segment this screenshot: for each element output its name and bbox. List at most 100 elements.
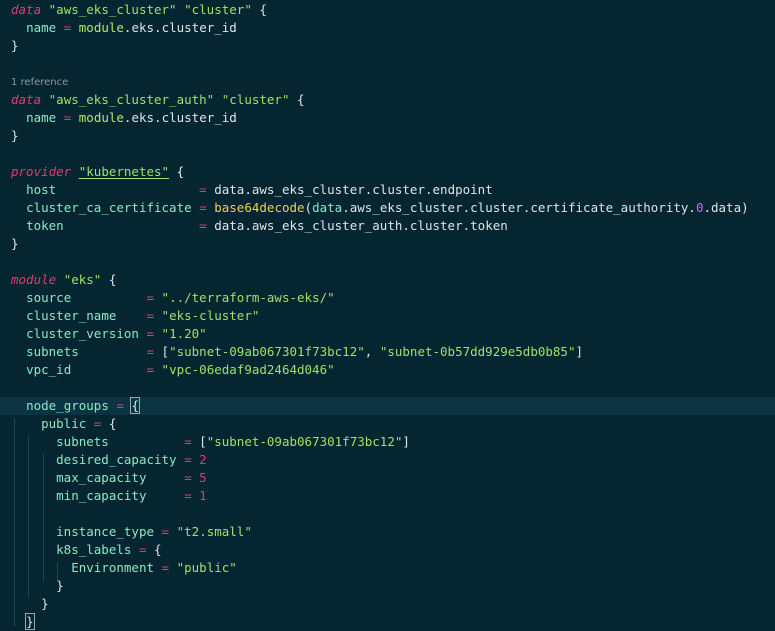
ref-part: certificate_authority: [530, 200, 689, 215]
dot: .: [688, 200, 696, 215]
operator: =: [146, 362, 155, 377]
code-line-8[interactable]: }: [0, 127, 775, 145]
attribute-name: token: [26, 218, 64, 233]
code-line-19[interactable]: cluster_version = "1.20": [0, 325, 775, 343]
operator: =: [63, 20, 72, 35]
codelens-reference[interactable]: 1 reference: [0, 75, 775, 91]
operator: =: [199, 182, 207, 197]
string-value: "t2.small": [176, 524, 252, 539]
code-line-11[interactable]: host = data.aws_eks_cluster.cluster.endp…: [0, 181, 775, 199]
code-line-17[interactable]: source = "../terraform-aws-eks/": [0, 289, 775, 307]
ref-part: eks: [131, 110, 155, 125]
string-value: "1.20": [161, 326, 207, 341]
operator: =: [184, 470, 192, 485]
code-line-35[interactable]: }: [0, 613, 775, 631]
attribute-name: source: [26, 290, 72, 305]
attribute-name: node_groups: [26, 398, 109, 413]
keyword-data: data: [11, 2, 42, 17]
code-line-10[interactable]: provider "kubernetes" {: [0, 163, 775, 181]
operator: =: [93, 416, 102, 431]
module-ref: module: [78, 110, 124, 125]
operator: =: [116, 398, 124, 413]
number-value: 5: [199, 470, 207, 485]
string-value: "subnet-0b57dd929e5db0b85": [379, 344, 576, 359]
code-line-26[interactable]: desired_capacity = 2: [0, 451, 775, 469]
ref-part: data: [214, 218, 245, 233]
code-line-30[interactable]: instance_type = "t2.small": [0, 523, 775, 541]
string-value: "subnet-09ab067301f73bc12": [206, 434, 403, 449]
string-value: "subnet-09ab067301f73bc12": [169, 344, 365, 359]
close-brace: }: [11, 236, 19, 251]
operator: =: [184, 488, 192, 503]
code-line-24[interactable]: public = {: [0, 415, 775, 433]
code-line-2[interactable]: name = module.eks.cluster_id: [0, 19, 775, 37]
code-line-33[interactable]: }: [0, 577, 775, 595]
operator: =: [184, 434, 192, 449]
number-value: 2: [199, 452, 207, 467]
attribute-name: cluster_ca_certificate: [26, 200, 192, 215]
operator: =: [161, 524, 170, 539]
operator: =: [138, 542, 147, 557]
name-label: "cluster": [184, 2, 252, 17]
close-brace: }: [11, 38, 19, 53]
attribute-name: max_capacity: [56, 470, 147, 485]
open-brace: {: [297, 92, 305, 107]
code-line-18[interactable]: cluster_name = "eks-cluster": [0, 307, 775, 325]
code-line-6[interactable]: data "aws_eks_cluster_auth" "cluster" {: [0, 91, 775, 109]
ref-part: cluster_id: [161, 110, 237, 125]
code-line-25[interactable]: subnets = ["subnet-09ab067301f73bc12"]: [0, 433, 775, 451]
operator: =: [63, 110, 72, 125]
dot: .: [703, 200, 711, 215]
code-line-23-current[interactable]: node_groups = {: [0, 397, 775, 415]
dot: .: [402, 218, 410, 233]
code-line-12[interactable]: cluster_ca_certificate = base64decode(da…: [0, 199, 775, 217]
keyword-provider: provider: [11, 164, 72, 179]
code-line-32[interactable]: Environment = "public": [0, 559, 775, 577]
code-line-13[interactable]: token = data.aws_eks_cluster_auth.cluste…: [0, 217, 775, 235]
attribute-name: Environment: [71, 560, 155, 575]
dot: .: [424, 182, 433, 197]
open-brace: {: [154, 542, 162, 557]
code-line-16[interactable]: module "eks" {: [0, 271, 775, 289]
code-line-7[interactable]: name = module.eks.cluster_id: [0, 109, 775, 127]
attribute-name: desired_capacity: [56, 452, 177, 467]
open-brace-matched: {: [130, 397, 140, 414]
code-line-1[interactable]: data "aws_eks_cluster" "cluster" {: [0, 1, 775, 19]
code-line-31[interactable]: k8s_labels = {: [0, 541, 775, 559]
attribute-name: cluster_name: [26, 308, 117, 323]
dot: .: [154, 110, 162, 125]
attribute-name: cluster_version: [26, 326, 139, 341]
operator: =: [146, 308, 155, 323]
provider-name[interactable]: "kubernetes": [79, 164, 169, 179]
ref-part: data: [214, 182, 245, 197]
open-brace: {: [108, 416, 117, 431]
bracket: [: [161, 344, 170, 359]
open-brace: {: [108, 272, 117, 287]
string-value: "public": [176, 560, 237, 575]
keyword-module: module: [11, 272, 57, 287]
code-line-14[interactable]: }: [0, 235, 775, 253]
code-line-21[interactable]: vpc_id = "vpc-06edaf9ad2464d046": [0, 361, 775, 379]
bracket: ]: [402, 434, 410, 449]
code-line-28[interactable]: min_capacity = 1: [0, 487, 775, 505]
codelens-text[interactable]: 1 reference: [11, 77, 68, 88]
operator: =: [161, 560, 170, 575]
keyword-data: data: [11, 92, 42, 107]
open-brace: {: [259, 2, 267, 17]
dot: .: [244, 182, 252, 197]
operator: =: [199, 218, 207, 233]
attribute-name: subnets: [56, 434, 109, 449]
ref-part: token: [470, 218, 508, 233]
comma: ,: [364, 344, 373, 359]
code-line-3[interactable]: }: [0, 37, 775, 55]
dot: .: [342, 200, 350, 215]
attribute-name: min_capacity: [56, 488, 147, 503]
code-line-27[interactable]: max_capacity = 5: [0, 469, 775, 487]
code-line-20[interactable]: subnets = ["subnet-09ab067301f73bc12", "…: [0, 343, 775, 361]
code-line-34[interactable]: }: [0, 595, 775, 613]
ref-part: aws_eks_cluster: [349, 200, 463, 215]
operator: =: [146, 344, 155, 359]
attribute-name: instance_type: [56, 524, 154, 539]
ref-part: cluster: [409, 218, 463, 233]
code-editor[interactable]: data "aws_eks_cluster" "cluster" { name …: [0, 0, 775, 631]
